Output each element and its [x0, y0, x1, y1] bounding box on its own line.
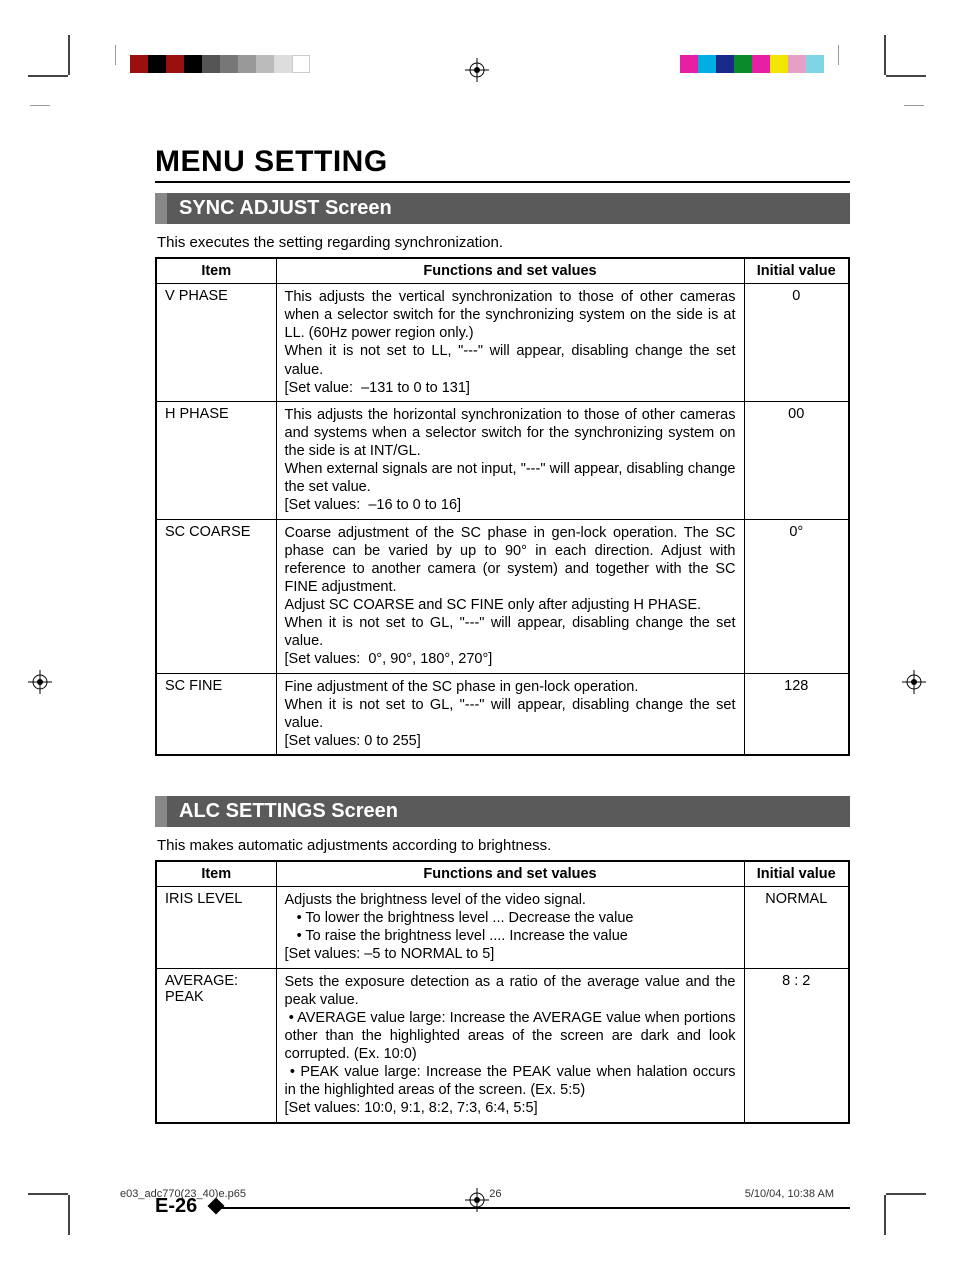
section-header-alc: ALC SETTINGS Screen	[155, 796, 850, 827]
grayscale-colorbar	[130, 55, 310, 73]
table-cell-item: H PHASE	[156, 401, 276, 519]
colorbar-swatch	[806, 55, 824, 73]
table-header-func: Functions and set values	[276, 258, 744, 284]
section-header-sync: SYNC ADJUST Screen	[155, 193, 850, 224]
imposition-footer: e03_adc770(23_40)e.p65 26 5/10/04, 10:38…	[120, 1188, 834, 1200]
table-row: V PHASEThis adjusts the vertical synchro…	[156, 284, 849, 402]
crop-mark	[884, 1195, 886, 1235]
colorbar-swatch	[256, 55, 274, 73]
table-cell-desc: This adjusts the vertical synchronizatio…	[276, 284, 744, 402]
crop-mark	[884, 35, 886, 75]
colorbar-swatch	[184, 55, 202, 73]
crop-mark	[886, 1193, 926, 1195]
table-cell-desc: This adjusts the horizontal synchronizat…	[276, 401, 744, 519]
table-cell-desc: Coarse adjustment of the SC phase in gen…	[276, 519, 744, 673]
footer-datetime: 5/10/04, 10:38 AM	[745, 1188, 834, 1200]
colorbar-swatch	[770, 55, 788, 73]
crop-mark	[886, 75, 926, 77]
colorbar-swatch	[698, 55, 716, 73]
registration-mark-icon	[902, 670, 926, 694]
table-row: IRIS LEVELAdjusts the brightness level o…	[156, 887, 849, 969]
footer-page: 26	[489, 1188, 501, 1200]
crop-mark	[68, 35, 70, 75]
table-row: SC FINEFine adjustment of the SC phase i…	[156, 673, 849, 755]
colorbar-swatch	[238, 55, 256, 73]
table-cell-initial: 128	[744, 673, 849, 755]
page-number-rule	[217, 1207, 850, 1209]
table-cell-desc: Adjusts the brightness level of the vide…	[276, 887, 744, 969]
footer-filename: e03_adc770(23_40)e.p65	[120, 1188, 246, 1200]
crop-mark	[28, 75, 68, 77]
colorbar-swatch	[220, 55, 238, 73]
table-cell-initial: 00	[744, 401, 849, 519]
sync-adjust-table: Item Functions and set values Initial va…	[155, 257, 850, 756]
registration-mark-icon	[28, 670, 52, 694]
crop-mark	[28, 1193, 68, 1195]
table-cell-item: SC COARSE	[156, 519, 276, 673]
colorbar-swatch	[274, 55, 292, 73]
page-number-marker-icon	[208, 1198, 225, 1215]
page-content: MENU SETTING SYNC ADJUST Screen This exe…	[155, 145, 850, 1134]
crop-mark	[838, 45, 839, 65]
table-cell-item: SC FINE	[156, 673, 276, 755]
colorbar-swatch	[788, 55, 806, 73]
table-cell-initial: NORMAL	[744, 887, 849, 969]
colorbar-swatch	[166, 55, 184, 73]
table-cell-initial: 8 : 2	[744, 968, 849, 1123]
table-cell-desc: Fine adjustment of the SC phase in gen-l…	[276, 673, 744, 755]
colorbar-swatch	[202, 55, 220, 73]
colorbar-swatch	[716, 55, 734, 73]
table-cell-item: IRIS LEVEL	[156, 887, 276, 969]
colorbar-swatch	[752, 55, 770, 73]
process-colorbar	[680, 55, 824, 73]
table-header-item: Item	[156, 861, 276, 887]
table-cell-desc: Sets the exposure detection as a ratio o…	[276, 968, 744, 1123]
page-title: MENU SETTING	[155, 145, 850, 183]
colorbar-swatch	[292, 55, 310, 73]
colorbar-swatch	[148, 55, 166, 73]
crop-mark	[115, 45, 116, 65]
table-header-func: Functions and set values	[276, 861, 744, 887]
colorbar-swatch	[734, 55, 752, 73]
table-row: H PHASEThis adjusts the horizontal synch…	[156, 401, 849, 519]
table-cell-item: V PHASE	[156, 284, 276, 402]
table-header-initial: Initial value	[744, 861, 849, 887]
table-cell-initial: 0	[744, 284, 849, 402]
alc-settings-table: Item Functions and set values Initial va…	[155, 860, 850, 1124]
colorbar-swatch	[680, 55, 698, 73]
table-row: AVERAGE: PEAKSets the exposure detection…	[156, 968, 849, 1123]
colorbar-swatch	[130, 55, 148, 73]
table-row: SC COARSECoarse adjustment of the SC pha…	[156, 519, 849, 673]
crop-mark	[904, 105, 924, 106]
registration-mark-icon	[465, 58, 489, 82]
table-header-initial: Initial value	[744, 258, 849, 284]
section-intro: This executes the setting regarding sync…	[155, 234, 850, 251]
crop-mark	[68, 1195, 70, 1235]
table-header-item: Item	[156, 258, 276, 284]
crop-mark	[30, 105, 50, 106]
section-intro: This makes automatic adjustments accordi…	[155, 837, 850, 854]
table-cell-initial: 0°	[744, 519, 849, 673]
table-cell-item: AVERAGE: PEAK	[156, 968, 276, 1123]
